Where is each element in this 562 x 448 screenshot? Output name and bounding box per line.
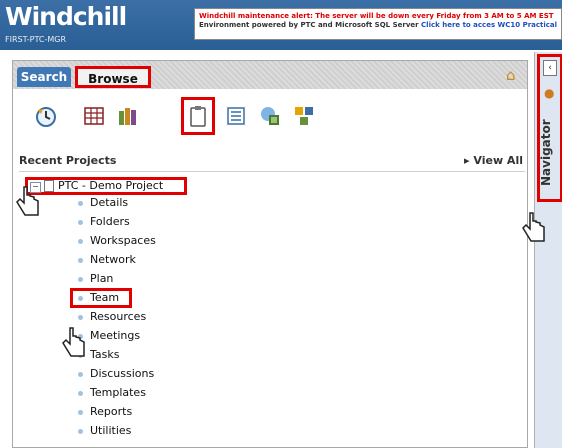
alert-env-text: Environment powered by PTC and Microsoft… [199,21,419,29]
menu-label: Resources [90,310,147,323]
tab-bar: Search Browse ⌂ [13,61,527,89]
bullet-icon [78,276,83,282]
menu-label: Folders [90,215,130,228]
recent-clock-icon[interactable] [35,105,57,127]
alert-environment: Environment powered by PTC and Microsoft… [199,21,561,30]
library-grid-icon[interactable] [83,105,105,127]
menu-label: Plan [90,272,114,285]
project-clipboard-icon [44,180,54,192]
windchill-logo: Windchill [5,2,127,31]
view-all-link[interactable]: ▸ View All [464,153,523,169]
list-icon[interactable] [225,105,247,127]
browse-toolbar [13,89,527,153]
menu-item-details[interactable]: Details [78,195,128,211]
menu-item-workspaces[interactable]: Workspaces [78,233,156,249]
section-header: Recent Projects ▸ View All [19,153,525,172]
bullet-icon [78,409,83,415]
menu-label: Network [90,253,136,266]
navigator-highlight [537,54,562,202]
team-highlight [70,288,132,308]
hand-cursor-icon [522,212,545,242]
menu-label: Details [90,196,129,209]
bullet-icon [78,390,83,396]
tab-search[interactable]: Search [17,67,71,87]
menu-label: Discussions [90,367,155,380]
recent-projects-section: Recent Projects ▸ View All − PTC - Demo P… [13,153,527,447]
products-books-icon[interactable] [117,105,139,127]
menu-item-folders[interactable]: Folders [78,214,130,230]
menu-label: Meetings [90,329,141,342]
project-name[interactable]: PTC - Demo Project [58,179,163,192]
bullet-icon [78,257,83,263]
bullet-icon [78,314,83,320]
alert-text: Windchill maintenance alert: The server … [199,12,554,20]
menu-label: Workspaces [90,234,156,247]
menu-label: Utilities [90,424,132,437]
bullet-icon [78,238,83,244]
menu-item-network[interactable]: Network [78,252,136,268]
menu-item-templates[interactable]: Templates [78,385,146,401]
navigator-sidebar[interactable]: ‹ ● Navigator [534,52,562,448]
section-title: Recent Projects [19,154,117,167]
project-node[interactable]: − PTC - Demo Project [25,177,187,195]
org-name: FIRST-PTC-MGR [5,35,67,44]
bullet-icon [78,371,83,377]
organizations-icon[interactable] [293,105,315,127]
menu-item-discussions[interactable]: Discussions [78,366,154,382]
maintenance-alert: Windchill maintenance alert: The server … [194,8,562,40]
menu-label: Tasks [90,348,120,361]
bullet-icon [78,200,83,206]
bullet-icon [78,428,83,434]
practical-link[interactable]: Click here to acces WC10 Practical [421,21,557,29]
projects-clipboard-icon[interactable] [187,105,209,127]
hand-cursor-icon [62,327,85,357]
menu-label: Templates [90,386,146,399]
menu-item-resources[interactable]: Resources [78,309,146,325]
home-icon[interactable]: ⌂ [506,66,516,84]
hand-cursor-icon [16,186,39,216]
view-all-label: View All [473,154,523,167]
browse-panel: Search Browse ⌂ Recent Projects ▸ View A… [12,60,528,448]
menu-item-reports[interactable]: Reports [78,404,132,420]
menu-item-utilities[interactable]: Utilities [78,423,131,439]
bullet-icon [78,219,83,225]
sites-icon[interactable] [259,105,281,127]
app-header: Windchill FIRST-PTC-MGR Windchill mainte… [0,0,562,50]
menu-label: Reports [90,405,133,418]
menu-item-plan[interactable]: Plan [78,271,113,287]
tab-browse[interactable]: Browse [75,66,151,88]
